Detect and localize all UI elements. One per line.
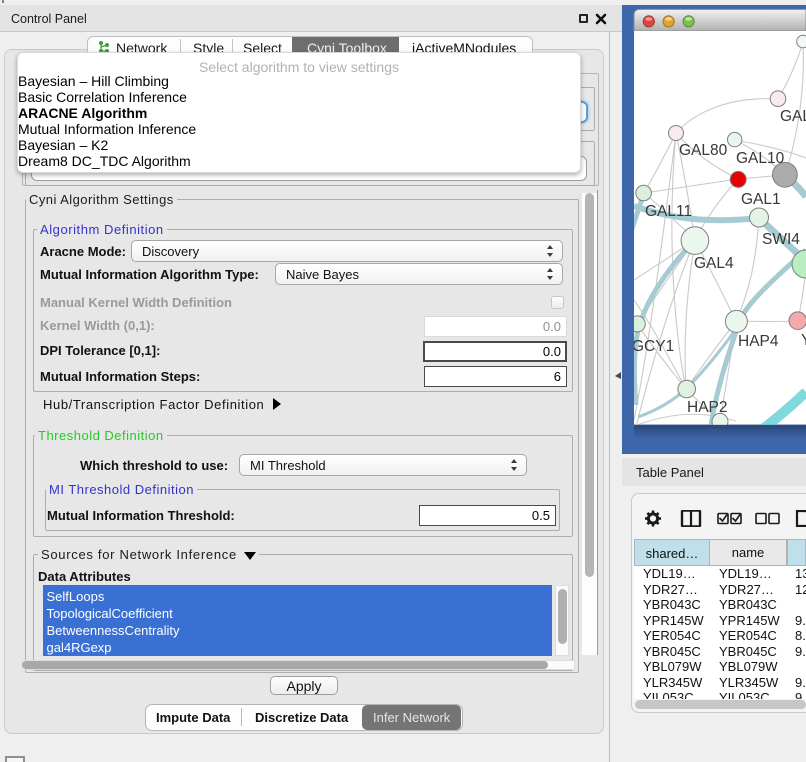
svg-text:GAL11: GAL11: [645, 203, 692, 220]
svg-text:HAP2: HAP2: [687, 399, 728, 416]
svg-text:GAL: GAL: [780, 108, 806, 125]
svg-text:SWI4: SWI4: [762, 231, 800, 248]
svg-text:Y: Y: [801, 332, 806, 349]
svg-text:GAL80: GAL80: [679, 142, 728, 159]
svg-text:GCY1: GCY1: [632, 338, 674, 355]
svg-text:GAL1: GAL1: [741, 191, 781, 208]
svg-text:HAP4: HAP4: [738, 333, 779, 350]
svg-text:GAL4: GAL4: [694, 255, 734, 272]
svg-text:GAL10: GAL10: [736, 150, 785, 167]
